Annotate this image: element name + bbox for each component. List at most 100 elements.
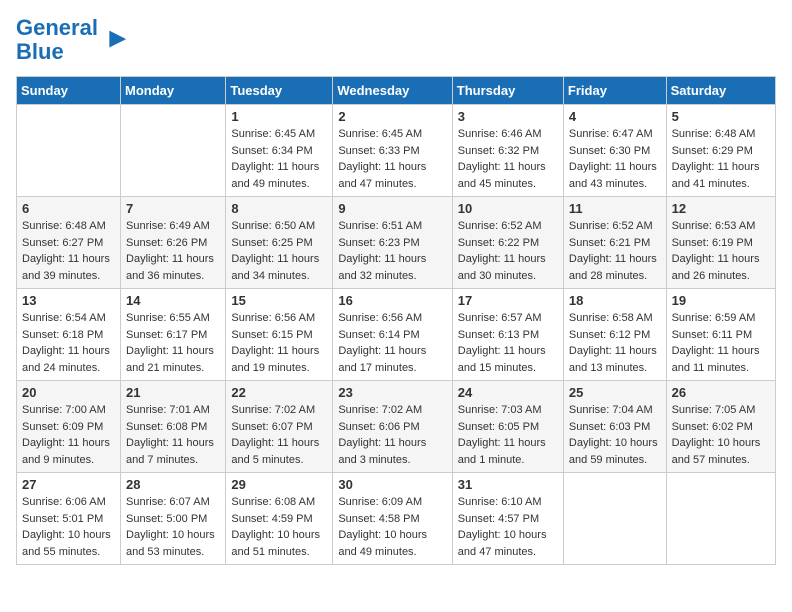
day-number: 25 <box>569 385 661 400</box>
calendar-cell: 12 Sunrise: 6:53 AMSunset: 6:19 PMDayligh… <box>666 197 775 289</box>
calendar-header: SundayMondayTuesdayWednesdayThursdayFrid… <box>17 77 776 105</box>
logo-icon <box>100 26 128 54</box>
day-info: Sunrise: 6:54 AMSunset: 6:18 PMDaylight:… <box>22 310 115 376</box>
calendar-cell: 31 Sunrise: 6:10 AMSunset: 4:57 PMDayligh… <box>452 473 563 565</box>
day-info: Sunrise: 6:57 AMSunset: 6:13 PMDaylight:… <box>458 310 558 376</box>
calendar-cell: 28Sunrise: 6:07 AMSunset: 5:00 PMDayligh… <box>121 473 226 565</box>
day-number: 5 <box>672 109 770 124</box>
calendar-cell: 23 Sunrise: 7:02 AMSunset: 6:06 PMDayligh… <box>333 381 452 473</box>
day-header: Friday <box>563 77 666 105</box>
day-header: Sunday <box>17 77 121 105</box>
day-info: Sunrise: 6:50 AMSunset: 6:25 PMDaylight:… <box>231 218 327 284</box>
day-number: 27 <box>22 477 115 492</box>
day-number: 24 <box>458 385 558 400</box>
day-number: 17 <box>458 293 558 308</box>
calendar-cell: 21Sunrise: 7:01 AMSunset: 6:08 PMDayligh… <box>121 381 226 473</box>
calendar-cell: 25 Sunrise: 7:04 AMSunset: 6:03 PMDayligh… <box>563 381 666 473</box>
day-number: 21 <box>126 385 220 400</box>
logo-text: GeneralBlue <box>16 16 98 64</box>
calendar-cell <box>17 105 121 197</box>
day-header: Monday <box>121 77 226 105</box>
day-info: Sunrise: 6:45 AMSunset: 6:34 PMDaylight:… <box>231 126 327 192</box>
day-info: Sunrise: 6:06 AMSunset: 5:01 PMDaylight:… <box>22 494 115 560</box>
day-number: 3 <box>458 109 558 124</box>
day-number: 2 <box>338 109 446 124</box>
day-number: 10 <box>458 201 558 216</box>
calendar-week-row: 20 Sunrise: 7:00 AMSunset: 6:09 PMDayligh… <box>17 381 776 473</box>
day-number: 23 <box>338 385 446 400</box>
day-info: Sunrise: 6:55 AMSunset: 6:17 PMDaylight:… <box>126 310 220 376</box>
day-number: 30 <box>338 477 446 492</box>
calendar-cell: 26 Sunrise: 7:05 AMSunset: 6:02 PMDayligh… <box>666 381 775 473</box>
day-number: 18 <box>569 293 661 308</box>
calendar-cell: 15 Sunrise: 6:56 AMSunset: 6:15 PMDayligh… <box>226 289 333 381</box>
calendar-cell: 30Sunrise: 6:09 AMSunset: 4:58 PMDayligh… <box>333 473 452 565</box>
calendar-cell: 13Sunrise: 6:54 AMSunset: 6:18 PMDayligh… <box>17 289 121 381</box>
calendar-cell <box>563 473 666 565</box>
day-header: Wednesday <box>333 77 452 105</box>
calendar-cell: 4 Sunrise: 6:47 AMSunset: 6:30 PMDaylight… <box>563 105 666 197</box>
calendar-cell: 7 Sunrise: 6:49 AMSunset: 6:26 PMDaylight… <box>121 197 226 289</box>
day-number: 26 <box>672 385 770 400</box>
calendar-cell: 5 Sunrise: 6:48 AMSunset: 6:29 PMDaylight… <box>666 105 775 197</box>
day-info: Sunrise: 6:52 AMSunset: 6:22 PMDaylight:… <box>458 218 558 284</box>
calendar-week-row: 27 Sunrise: 6:06 AMSunset: 5:01 PMDayligh… <box>17 473 776 565</box>
day-number: 15 <box>231 293 327 308</box>
day-number: 31 <box>458 477 558 492</box>
day-number: 11 <box>569 201 661 216</box>
calendar-table: SundayMondayTuesdayWednesdayThursdayFrid… <box>16 76 776 565</box>
day-number: 4 <box>569 109 661 124</box>
day-info: Sunrise: 6:53 AMSunset: 6:19 PMDaylight:… <box>672 218 770 284</box>
day-number: 14 <box>126 293 220 308</box>
day-info: Sunrise: 7:02 AMSunset: 6:06 PMDaylight:… <box>338 402 446 468</box>
calendar-cell: 16Sunrise: 6:56 AMSunset: 6:14 PMDayligh… <box>333 289 452 381</box>
day-info: Sunrise: 6:49 AMSunset: 6:26 PMDaylight:… <box>126 218 220 284</box>
calendar-cell: 6 Sunrise: 6:48 AMSunset: 6:27 PMDaylight… <box>17 197 121 289</box>
calendar-cell: 24 Sunrise: 7:03 AMSunset: 6:05 PMDayligh… <box>452 381 563 473</box>
page-header: GeneralBlue <box>16 16 776 64</box>
day-number: 22 <box>231 385 327 400</box>
day-info: Sunrise: 7:05 AMSunset: 6:02 PMDaylight:… <box>672 402 770 468</box>
calendar-cell: 11Sunrise: 6:52 AMSunset: 6:21 PMDayligh… <box>563 197 666 289</box>
day-number: 29 <box>231 477 327 492</box>
calendar-week-row: 1Sunrise: 6:45 AMSunset: 6:34 PMDaylight… <box>17 105 776 197</box>
day-number: 7 <box>126 201 220 216</box>
day-info: Sunrise: 6:10 AMSunset: 4:57 PMDaylight:… <box>458 494 558 560</box>
day-info: Sunrise: 7:00 AMSunset: 6:09 PMDaylight:… <box>22 402 115 468</box>
day-info: Sunrise: 6:48 AMSunset: 6:27 PMDaylight:… <box>22 218 115 284</box>
logo: GeneralBlue <box>16 16 128 64</box>
calendar-week-row: 6 Sunrise: 6:48 AMSunset: 6:27 PMDaylight… <box>17 197 776 289</box>
day-number: 28 <box>126 477 220 492</box>
calendar-cell: 9 Sunrise: 6:51 AMSunset: 6:23 PMDaylight… <box>333 197 452 289</box>
day-number: 9 <box>338 201 446 216</box>
calendar-week-row: 13Sunrise: 6:54 AMSunset: 6:18 PMDayligh… <box>17 289 776 381</box>
calendar-cell: 14 Sunrise: 6:55 AMSunset: 6:17 PMDayligh… <box>121 289 226 381</box>
calendar-cell: 29Sunrise: 6:08 AMSunset: 4:59 PMDayligh… <box>226 473 333 565</box>
day-number: 20 <box>22 385 115 400</box>
day-info: Sunrise: 7:02 AMSunset: 6:07 PMDaylight:… <box>231 402 327 468</box>
day-info: Sunrise: 6:47 AMSunset: 6:30 PMDaylight:… <box>569 126 661 192</box>
calendar-cell: 8Sunrise: 6:50 AMSunset: 6:25 PMDaylight… <box>226 197 333 289</box>
day-info: Sunrise: 7:03 AMSunset: 6:05 PMDaylight:… <box>458 402 558 468</box>
day-number: 6 <box>22 201 115 216</box>
day-info: Sunrise: 6:51 AMSunset: 6:23 PMDaylight:… <box>338 218 446 284</box>
calendar-cell: 2 Sunrise: 6:45 AMSunset: 6:33 PMDaylight… <box>333 105 452 197</box>
day-info: Sunrise: 6:45 AMSunset: 6:33 PMDaylight:… <box>338 126 446 192</box>
calendar-cell: 27 Sunrise: 6:06 AMSunset: 5:01 PMDayligh… <box>17 473 121 565</box>
day-info: Sunrise: 6:46 AMSunset: 6:32 PMDaylight:… <box>458 126 558 192</box>
day-info: Sunrise: 6:56 AMSunset: 6:14 PMDaylight:… <box>338 310 446 376</box>
day-info: Sunrise: 6:58 AMSunset: 6:12 PMDaylight:… <box>569 310 661 376</box>
calendar-cell: 1Sunrise: 6:45 AMSunset: 6:34 PMDaylight… <box>226 105 333 197</box>
day-info: Sunrise: 6:48 AMSunset: 6:29 PMDaylight:… <box>672 126 770 192</box>
calendar-cell: 3 Sunrise: 6:46 AMSunset: 6:32 PMDaylight… <box>452 105 563 197</box>
day-header: Thursday <box>452 77 563 105</box>
calendar-cell: 17 Sunrise: 6:57 AMSunset: 6:13 PMDayligh… <box>452 289 563 381</box>
day-info: Sunrise: 6:56 AMSunset: 6:15 PMDaylight:… <box>231 310 327 376</box>
day-number: 12 <box>672 201 770 216</box>
day-info: Sunrise: 6:59 AMSunset: 6:11 PMDaylight:… <box>672 310 770 376</box>
calendar-cell: 20 Sunrise: 7:00 AMSunset: 6:09 PMDayligh… <box>17 381 121 473</box>
calendar-cell: 10 Sunrise: 6:52 AMSunset: 6:22 PMDayligh… <box>452 197 563 289</box>
calendar-cell <box>121 105 226 197</box>
calendar-cell: 18 Sunrise: 6:58 AMSunset: 6:12 PMDayligh… <box>563 289 666 381</box>
day-info: Sunrise: 7:04 AMSunset: 6:03 PMDaylight:… <box>569 402 661 468</box>
